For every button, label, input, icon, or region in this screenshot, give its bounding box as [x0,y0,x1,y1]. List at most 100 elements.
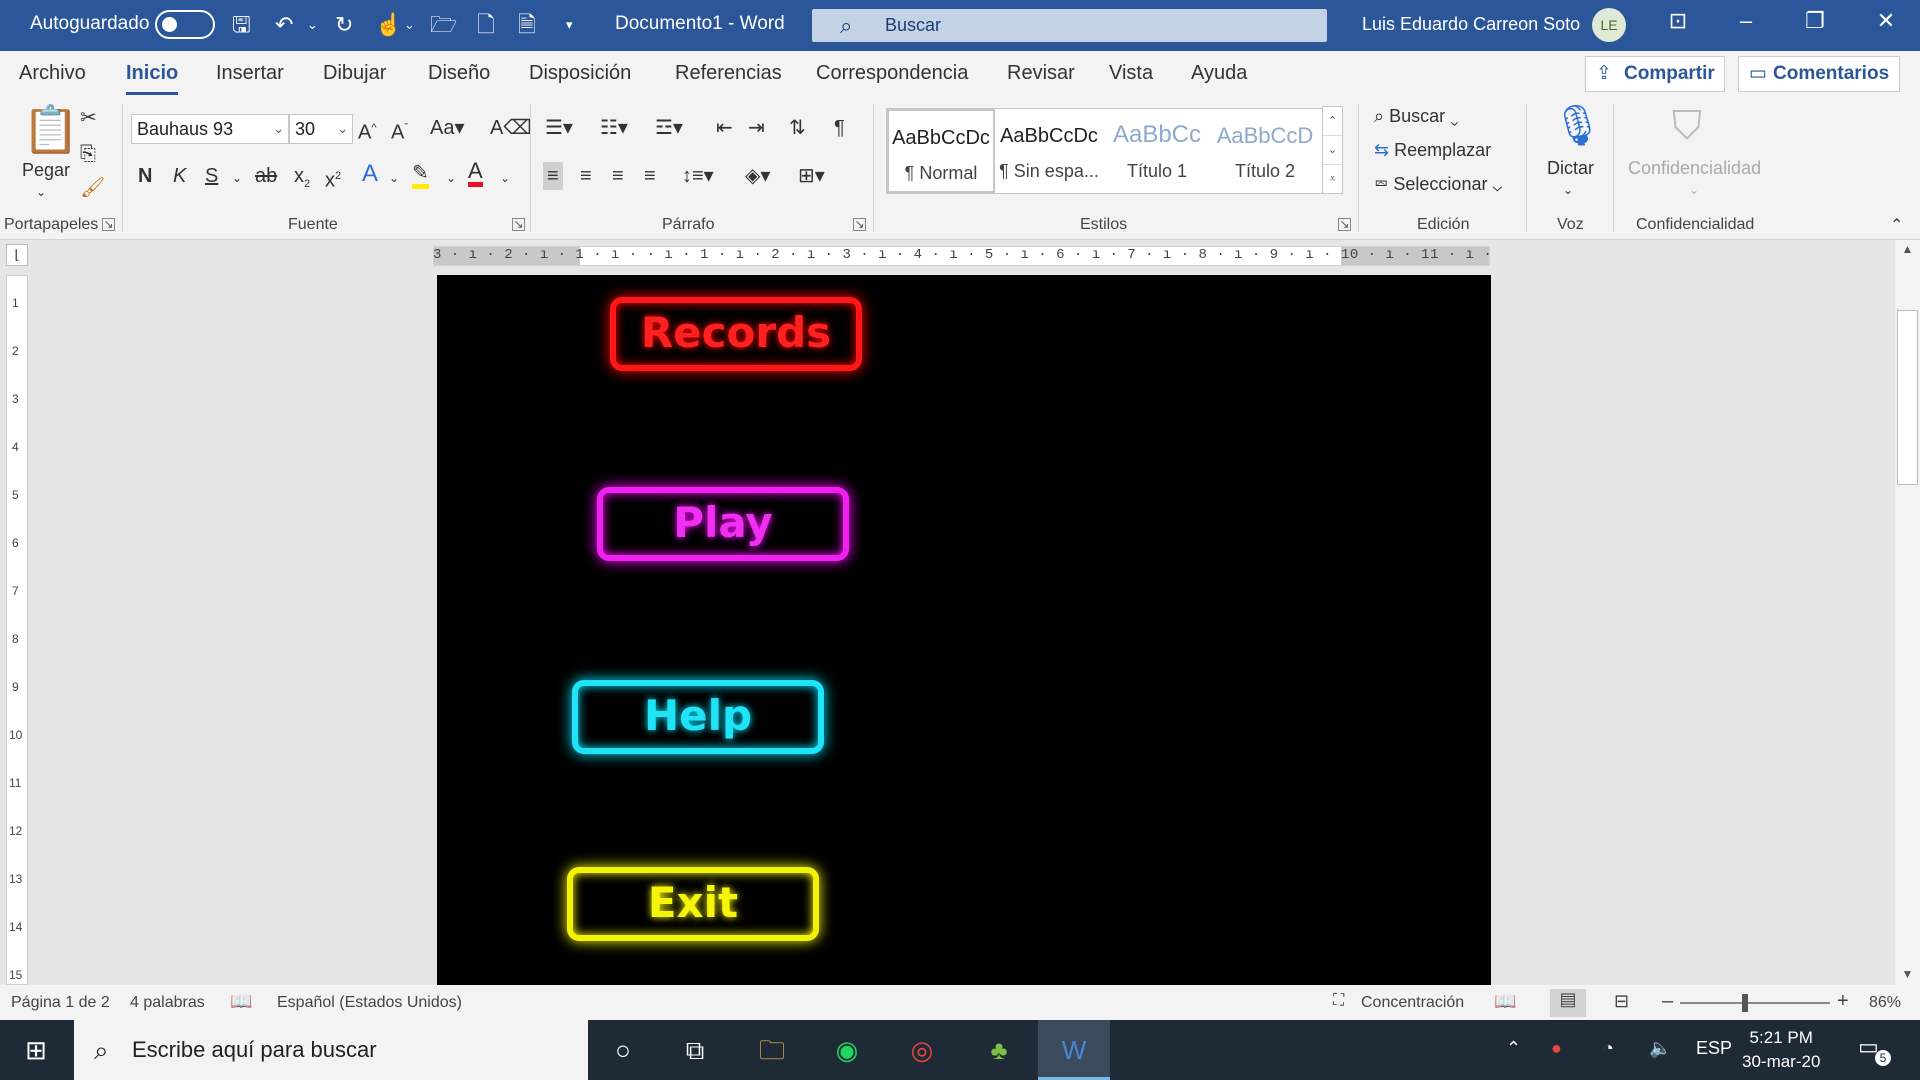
select-button[interactable]: ⮹ Seleccionar ⌄ [1374,172,1502,196]
borders-icon[interactable]: ⊞▾ [798,164,825,188]
taskbar-search-box[interactable]: ⌕ Escribe aquí para buscar [74,1020,588,1080]
tab-diseno[interactable]: Diseño [428,62,490,85]
read-mode-icon[interactable]: 📖 [1494,991,1516,1012]
antivirus-tray-icon[interactable]: ● [1551,1038,1562,1059]
chrome-icon[interactable]: ◎ [902,1030,942,1070]
bold-button[interactable]: N [138,164,152,188]
word-count[interactable]: 4 palabras [130,994,205,1012]
style-no-spacing[interactable]: AaBbCcDc ¶ Sin espa... [995,109,1103,193]
save-icon[interactable]: 🖫 [232,10,251,40]
tab-correspondencia[interactable]: Correspondencia [816,62,968,85]
web-layout-icon[interactable]: ⊟ [1614,991,1629,1012]
style-normal[interactable]: AaBbCcDc ¶ Normal [887,109,995,193]
scroll-up-icon[interactable]: ▲ [1895,242,1920,256]
cortana-icon[interactable]: ○ [603,1030,643,1070]
ribbon-display-options-icon[interactable]: ⊡ [1658,8,1698,34]
font-size-combo[interactable]: 30 ⌄ [289,114,353,144]
align-right-icon[interactable]: ≡ [612,164,624,188]
wifi-icon[interactable]: ◔ [1603,1038,1614,1059]
paste-button[interactable]: Pegar [22,158,70,182]
word-taskbar-icon[interactable]: W [1038,1020,1110,1080]
scroll-down-icon[interactable]: ▼ [1895,967,1920,981]
focus-icon[interactable]: ⛶ [1333,992,1344,1010]
font-color-icon[interactable]: A [468,160,483,187]
comments-button[interactable]: ▭ Comentarios [1738,56,1900,92]
underline-dropdown-icon[interactable]: ⌄ [232,166,242,190]
dictate-button[interactable]: Dictar [1547,156,1594,180]
highlight-dropdown-icon[interactable]: ⌄ [446,166,456,190]
show-formatting-marks-icon[interactable]: ¶ [834,116,845,140]
page-count[interactable]: Página 1 de 2 [11,994,110,1012]
superscript-icon[interactable]: x2 [325,164,341,193]
redo-icon[interactable]: ↻ [335,10,353,40]
close-icon[interactable]: ✕ [1866,8,1906,34]
font-launcher-icon[interactable]: ↘ [512,218,525,231]
replace-button[interactable]: ⇆ Reemplazar [1374,138,1491,162]
touch-mode-icon[interactable]: ☝ [375,10,402,40]
change-case-icon[interactable]: Aa▾ [430,116,465,140]
styles-launcher-icon[interactable]: ↘ [1338,218,1351,231]
tab-inicio[interactable]: Inicio [126,62,179,95]
format-painter-icon[interactable]: 🖌 [80,176,105,200]
find-button[interactable]: ⌕ Buscar ⌄ [1374,104,1459,128]
task-view-icon[interactable]: ⧉ [675,1030,715,1070]
collapse-ribbon-icon[interactable]: ⌃ [1890,214,1903,238]
app-footprint-icon[interactable]: ♣ [979,1030,1019,1070]
multilevel-list-icon[interactable]: ☲▾ [655,116,683,140]
strikethrough-button[interactable]: ab [255,164,277,188]
undo-icon[interactable]: ↶ [275,10,293,40]
zoom-out-icon[interactable]: – [1662,990,1673,1013]
gallery-up-icon[interactable]: ⌃ [1323,107,1342,136]
vertical-scrollbar[interactable]: ▲ ▼ [1895,240,1920,985]
line-spacing-icon[interactable]: ↕≡▾ [682,164,714,188]
gallery-more-icon[interactable]: ⩡ [1323,165,1342,193]
search-box[interactable]: ⌕ Buscar [812,9,1327,42]
tab-vista[interactable]: Vista [1109,62,1153,85]
focus-mode-button[interactable]: Concentración [1361,994,1464,1012]
paragraph-launcher-icon[interactable]: ↘ [853,218,866,231]
underline-button[interactable]: S [205,164,218,188]
user-name[interactable]: Luis Eduardo Carreon Soto [1362,14,1580,35]
font-name-combo[interactable]: Bauhaus 93 ⌄ [131,114,289,144]
clipboard-launcher-icon[interactable]: ↘ [102,218,115,231]
subscript-icon[interactable]: x2 [294,164,310,196]
paste-dropdown-icon[interactable]: ⌄ [36,180,46,204]
undo-dropdown-icon[interactable]: ⌄ [307,10,318,40]
dictate-dropdown-icon[interactable]: ⌄ [1563,178,1573,202]
grow-font-icon[interactable]: A^ [358,116,377,145]
style-heading-2[interactable]: AaBbCcD Título 2 [1211,109,1319,193]
language-status[interactable]: Español (Estados Unidos) [277,994,462,1012]
cut-icon[interactable]: ✂ [80,106,97,130]
zoom-level[interactable]: 86% [1869,994,1901,1012]
tab-insertar[interactable]: Insertar [216,62,284,85]
sort-icon[interactable]: ⇅ [789,116,806,140]
document-page[interactable]: Records Play Help Exit [437,275,1491,985]
zoom-slider-thumb[interactable] [1742,994,1748,1012]
tab-revisar[interactable]: Revisar [1007,62,1075,85]
justify-icon[interactable]: ≡ [644,164,656,188]
spotify-icon[interactable]: ◉ [827,1030,867,1070]
minimize-icon[interactable]: – [1726,8,1766,34]
gallery-down-icon[interactable]: ⌄ [1323,136,1342,165]
share-button[interactable]: ⇪ Compartir [1585,56,1725,92]
text-effects-dropdown-icon[interactable]: ⌄ [389,166,399,190]
show-hidden-icons-icon[interactable]: ⌃ [1506,1038,1521,1059]
tab-archivo[interactable]: Archivo [19,62,86,85]
avatar[interactable]: LE [1592,8,1626,42]
taskbar-clock[interactable]: 5:21 PM 30-mar-20 [1742,1026,1820,1074]
increase-indent-icon[interactable]: ⇥ [748,116,765,140]
copy-icon[interactable]: ⎘ [80,142,96,166]
align-left-icon[interactable]: ≡ [543,162,563,190]
tab-disposicion[interactable]: Disposición [529,62,631,85]
tab-selector-icon[interactable]: ⌊ [6,244,28,266]
scroll-thumb[interactable] [1897,310,1918,485]
italic-button[interactable]: K [173,164,186,188]
zoom-in-icon[interactable]: + [1837,990,1849,1013]
tab-ayuda[interactable]: Ayuda [1191,62,1247,85]
shading-icon[interactable]: ◈▾ [745,164,770,188]
shrink-font-icon[interactable]: Aˇ [391,116,408,145]
windows-start-icon[interactable]: ⊞ [16,1030,56,1070]
bullets-icon[interactable]: ☰▾ [545,116,573,140]
paste-icon[interactable]: 📋 [22,104,79,154]
text-effects-icon[interactable]: A [362,162,378,186]
